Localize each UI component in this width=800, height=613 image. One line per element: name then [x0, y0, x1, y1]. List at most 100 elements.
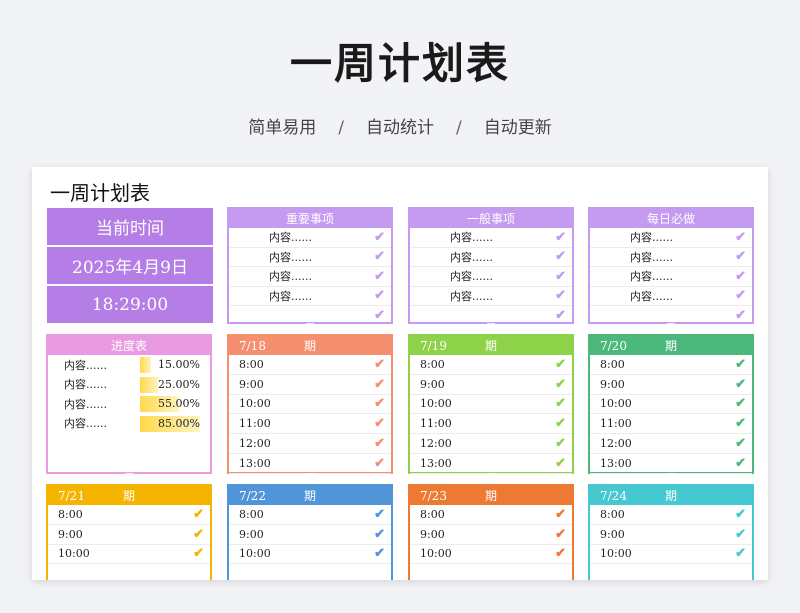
list-item: 内容...... ✔ — [229, 287, 391, 306]
time-slot-row: 8:00 ✔ — [410, 505, 572, 525]
spreadsheet-preview: 一周计划表 当前时间 2025年4月9日 18:29:00 重要事项内容....… — [32, 167, 768, 580]
checkmark-icon[interactable]: ✔ — [193, 527, 204, 542]
sheet-title: 一周计划表 — [50, 181, 150, 205]
checkmark-icon[interactable]: ✔ — [735, 269, 746, 284]
checkmark-icon[interactable]: ✔ — [555, 288, 566, 303]
time-slot-row: 12:00 ✔ — [410, 434, 572, 454]
checkmark-icon[interactable]: ✔ — [374, 416, 385, 431]
checkmark-icon[interactable]: ✔ — [735, 249, 746, 264]
subtitle-item: 简单易用 — [248, 118, 317, 138]
checkmark-icon[interactable]: ✔ — [555, 546, 566, 561]
checkmark-icon[interactable]: ✔ — [374, 436, 385, 451]
day-date: 7/22 — [239, 488, 266, 503]
checkmark-icon[interactable]: ✔ — [374, 396, 385, 411]
checkmark-icon[interactable]: ✔ — [735, 230, 746, 245]
checkmark-icon[interactable]: ✔ — [374, 357, 385, 372]
checkmark-icon[interactable]: ✔ — [735, 546, 746, 561]
checkmark-icon[interactable]: ✔ — [735, 377, 746, 392]
checkmark-icon[interactable]: ✔ — [735, 527, 746, 542]
checkmark-icon[interactable]: ✔ — [374, 527, 385, 542]
checkmark-icon[interactable]: ✔ — [374, 546, 385, 561]
time-slot-row: 9:00 ✔ — [48, 525, 210, 545]
time-slot: 11:00 — [420, 417, 452, 431]
day-card: 7/21 星期五 8:00 ✔ 9:00 ✔ 10:00 ✔ — [46, 472, 212, 580]
time-slot: 13:00 — [600, 456, 632, 470]
time-slot: 12:00 — [420, 437, 452, 451]
checkmark-icon[interactable]: ✔ — [374, 456, 385, 471]
checkmark-icon[interactable]: ✔ — [555, 527, 566, 542]
checkmark-icon[interactable]: ✔ — [735, 396, 746, 411]
day-date: 7/18 — [239, 338, 266, 353]
time-slot: 8:00 — [239, 357, 264, 371]
time-slot-row: 9:00 ✔ — [229, 375, 391, 395]
time-slot-row: 10:00 ✔ — [229, 545, 391, 565]
time-slot: 10:00 — [420, 397, 452, 411]
checkmark-icon[interactable]: ✔ — [555, 396, 566, 411]
current-time: 18:29:00 — [47, 286, 213, 323]
time-slot: 8:00 — [239, 507, 264, 521]
time-slot: 8:00 — [420, 357, 445, 371]
time-slot-row: 8:00 ✔ — [590, 355, 752, 375]
checkmark-icon[interactable]: ✔ — [555, 230, 566, 245]
checkmark-icon[interactable]: ✔ — [555, 436, 566, 451]
checkmark-icon[interactable]: ✔ — [735, 416, 746, 431]
checkmark-icon[interactable]: ✔ — [555, 357, 566, 372]
page-subtitle: 简单易用 / 自动统计 / 自动更新 — [0, 113, 800, 138]
checkmark-icon[interactable]: ✔ — [735, 288, 746, 303]
checkmark-icon[interactable]: ✔ — [374, 377, 385, 392]
list-item: 内容...... ✔ — [590, 267, 752, 287]
progress-label: 内容...... — [64, 358, 107, 372]
checkmark-icon[interactable]: ✔ — [555, 456, 566, 471]
task-card: 重要事项 内容...... ✔ 内容...... ✔ 内容...... ✔ 内容...... ✔… — [227, 207, 393, 324]
checkmark-icon[interactable]: ✔ — [555, 377, 566, 392]
progress-card: 进度表 内容...... 15.00% 内容...... 25.00% 内容...... 5… — [46, 334, 212, 474]
time-slot-row: 8:00 ✔ — [48, 505, 210, 525]
time-slot: 8:00 — [600, 507, 625, 521]
checkmark-icon[interactable]: ✔ — [555, 249, 566, 264]
time-slot: 9:00 — [239, 377, 264, 391]
checkmark-icon[interactable]: ✔ — [374, 249, 385, 264]
checkmark-icon[interactable]: ✔ — [735, 507, 746, 522]
checkmark-icon[interactable]: ✔ — [735, 357, 746, 372]
time-slot-row: 9:00 ✔ — [410, 375, 572, 395]
checkmark-icon[interactable]: ✔ — [374, 507, 385, 522]
checkmark-icon[interactable]: ✔ — [374, 230, 385, 245]
checkmark-icon[interactable]: ✔ — [555, 416, 566, 431]
checkmark-icon[interactable]: ✔ — [735, 436, 746, 451]
time-slot-row: 8:00 ✔ — [229, 505, 391, 525]
time-slot: 9:00 — [239, 527, 264, 541]
time-slot: 13:00 — [239, 456, 271, 470]
task-text: 内容...... — [450, 289, 493, 303]
time-slot-row: 8:00 ✔ — [590, 505, 752, 525]
task-text: 内容...... — [630, 250, 673, 264]
checkmark-icon[interactable]: ✔ — [555, 269, 566, 284]
current-time-label: 当前时间 — [47, 208, 213, 245]
day-card-header: 7/19 星期三 — [410, 322, 572, 370]
time-slot-row: 10:00 ✔ — [410, 545, 572, 565]
list-item: 内容...... ✔ — [410, 248, 572, 267]
time-slot: 12:00 — [600, 437, 632, 451]
checkmark-icon[interactable]: ✔ — [735, 456, 746, 471]
day-date: 7/21 — [58, 488, 85, 503]
checkmark-icon[interactable]: ✔ — [193, 507, 204, 522]
task-text: 内容...... — [269, 289, 312, 303]
checkmark-icon[interactable]: ✔ — [555, 507, 566, 522]
day-card: 7/24 星期一 8:00 ✔ 9:00 ✔ 10:00 ✔ — [588, 472, 754, 580]
progress-bar — [140, 357, 151, 373]
time-slot-row: 9:00 ✔ — [229, 525, 391, 545]
time-slot: 9:00 — [600, 377, 625, 391]
time-slot: 10:00 — [420, 547, 452, 561]
progress-percent: 15.00% — [158, 358, 200, 372]
time-slot-row: 10:00 ✔ — [590, 395, 752, 415]
checkmark-icon[interactable]: ✔ — [374, 269, 385, 284]
progress-row: 内容...... 15.00% — [48, 355, 210, 375]
subtitle-item: 自动统计 — [366, 118, 434, 138]
checkmark-icon[interactable]: ✔ — [374, 288, 385, 303]
day-card: 7/22 星期六 8:00 ✔ 9:00 ✔ 10:00 ✔ — [227, 472, 393, 580]
task-card-title: 重要事项 — [229, 209, 391, 228]
time-slot-row: 11:00 ✔ — [229, 414, 391, 435]
task-card-title: 一般事项 — [410, 209, 572, 228]
progress-percent: 85.00% — [158, 416, 200, 430]
checkmark-icon[interactable]: ✔ — [193, 546, 204, 561]
current-time-block: 当前时间 2025年4月9日 18:29:00 — [47, 208, 213, 324]
